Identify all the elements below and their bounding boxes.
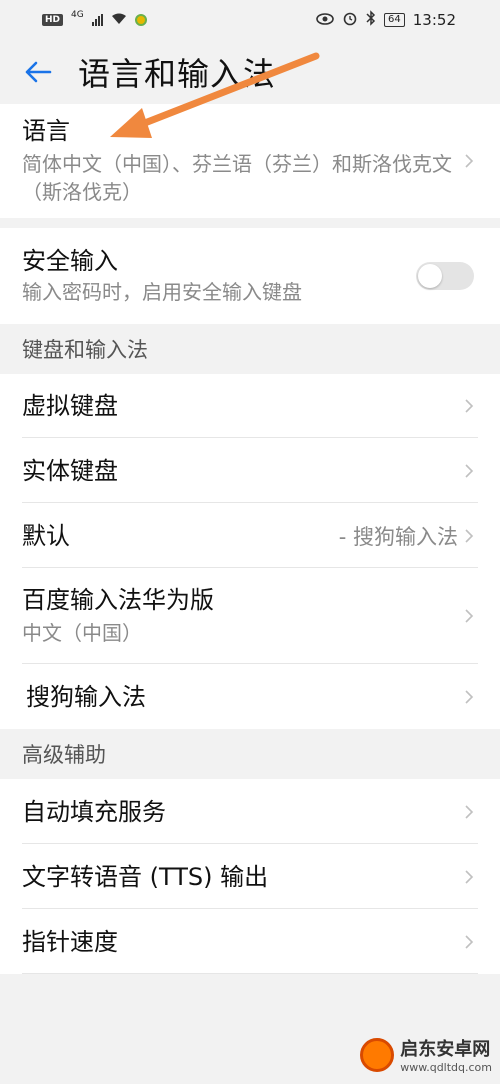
back-arrow-icon: [25, 61, 52, 83]
divider: [22, 973, 478, 974]
secure-input-toggle[interactable]: [416, 262, 474, 290]
chevron-right-icon: [465, 399, 474, 413]
row-title: 默认: [22, 521, 70, 550]
hd-badge: HD: [42, 14, 64, 26]
secure-input-texts: 安全输入 输入密码时，启用安全输入键盘: [22, 246, 416, 306]
chevron-right-icon: [465, 154, 474, 168]
language-card: 语言 简体中文（中国）、芬兰语（芬兰）和斯洛伐克文（斯洛伐克）: [0, 104, 500, 218]
secure-input-subtitle: 输入密码时，启用安全输入键盘: [22, 280, 302, 304]
secure-input-title: 安全输入: [22, 247, 118, 275]
battery-icon: 64: [384, 13, 405, 27]
eye-icon: [316, 11, 334, 29]
settings-list: 语言 简体中文（中国）、芬兰语（芬兰）和斯洛伐克文（斯洛伐克） 安全输入 输入密…: [0, 104, 500, 974]
tts-row[interactable]: 文字转语音 (TTS) 输出: [0, 844, 500, 909]
bluetooth-icon: [366, 10, 376, 30]
advanced-card: 自动填充服务 文字转语音 (TTS) 输出 指针速度: [0, 779, 500, 974]
chevron-right-icon: [465, 528, 474, 543]
row-title: 实体键盘: [22, 456, 118, 485]
row-title: 虚拟键盘: [22, 392, 118, 420]
clock: 13:52: [412, 11, 456, 29]
row-title: 自动填充服务: [22, 797, 166, 826]
row-title: 百度输入法华为版: [22, 586, 214, 614]
row-texts: 百度输入法华为版 中文（中国）: [22, 585, 464, 647]
secure-input-row[interactable]: 安全输入 输入密码时，启用安全输入键盘: [0, 228, 500, 324]
watermark: 启东安卓网 www.qdltdq.com: [360, 1035, 492, 1074]
secure-input-card: 安全输入 输入密码时，启用安全输入键盘: [0, 228, 500, 324]
sogou-input-row[interactable]: 搜狗输入法: [0, 664, 500, 729]
autofill-row[interactable]: 自动填充服务: [0, 779, 500, 844]
alarm-icon: [342, 10, 358, 30]
watermark-name: 启东安卓网: [400, 1039, 491, 1060]
chevron-right-icon: [465, 804, 474, 819]
physical-keyboard-row[interactable]: 实体键盘: [0, 438, 500, 503]
wifi-icon: [111, 11, 127, 29]
row-title: 指针速度: [22, 927, 118, 956]
row-texts: 实体键盘: [22, 456, 464, 486]
status-right: 64 13:52: [316, 10, 456, 30]
row-texts: 搜狗输入法: [26, 682, 464, 712]
chevron-right-icon: [465, 689, 474, 704]
default-input-row[interactable]: 默认 - 搜狗输入法: [0, 503, 500, 568]
row-texts: 指针速度: [22, 927, 464, 957]
toggle-knob: [418, 264, 442, 288]
section-header-keyboard: 键盘和输入法: [0, 324, 500, 374]
chevron-right-icon: [465, 463, 474, 478]
language-title: 语言: [22, 117, 70, 145]
app-notification-icon: [134, 14, 147, 26]
network-type: 4G: [71, 10, 84, 20]
language-texts: 语言 简体中文（中国）、芬兰语（芬兰）和斯洛伐克文（斯洛伐克）: [22, 116, 464, 206]
watermark-url: www.qdltdq.com: [400, 1061, 492, 1074]
watermark-text: 启东安卓网 www.qdltdq.com: [400, 1035, 492, 1074]
row-texts: 自动填充服务: [22, 797, 464, 827]
row-texts: 文字转语音 (TTS) 输出: [22, 862, 464, 892]
row-title: 搜狗输入法: [26, 682, 146, 711]
watermark-logo-icon: [360, 1037, 395, 1072]
chevron-right-icon: [465, 609, 474, 623]
row-texts: 默认: [22, 521, 339, 551]
language-subtitle: 简体中文（中国）、芬兰语（芬兰）和斯洛伐克文（斯洛伐克）: [22, 152, 452, 204]
virtual-keyboard-row[interactable]: 虚拟键盘: [0, 374, 500, 438]
signal-icon: [91, 14, 103, 26]
status-bar: HD 4G 64 13:52: [0, 0, 500, 40]
keyboard-card: 虚拟键盘 实体键盘 默认 - 搜狗输入法 百度输入法华为版 中文（中国） 搜狗输…: [0, 374, 500, 729]
spacer: [0, 218, 500, 228]
page-title: 语言和输入法: [78, 55, 277, 93]
app-bar: 语言和输入法: [0, 40, 500, 104]
chevron-right-icon: [465, 934, 474, 949]
chevron-right-icon: [465, 869, 474, 884]
default-input-value: - 搜狗输入法: [338, 524, 458, 549]
status-left: HD 4G: [42, 10, 147, 29]
section-header-advanced: 高级辅助: [0, 729, 500, 779]
pointer-speed-row[interactable]: 指针速度: [0, 909, 500, 974]
row-subtitle: 中文（中国）: [22, 621, 142, 645]
language-row[interactable]: 语言 简体中文（中国）、芬兰语（芬兰）和斯洛伐克文（斯洛伐克）: [0, 104, 500, 218]
back-button[interactable]: [22, 56, 54, 88]
row-title: 文字转语音 (TTS) 输出: [22, 862, 269, 891]
row-texts: 虚拟键盘: [22, 391, 464, 421]
baidu-input-row[interactable]: 百度输入法华为版 中文（中国）: [0, 568, 500, 664]
